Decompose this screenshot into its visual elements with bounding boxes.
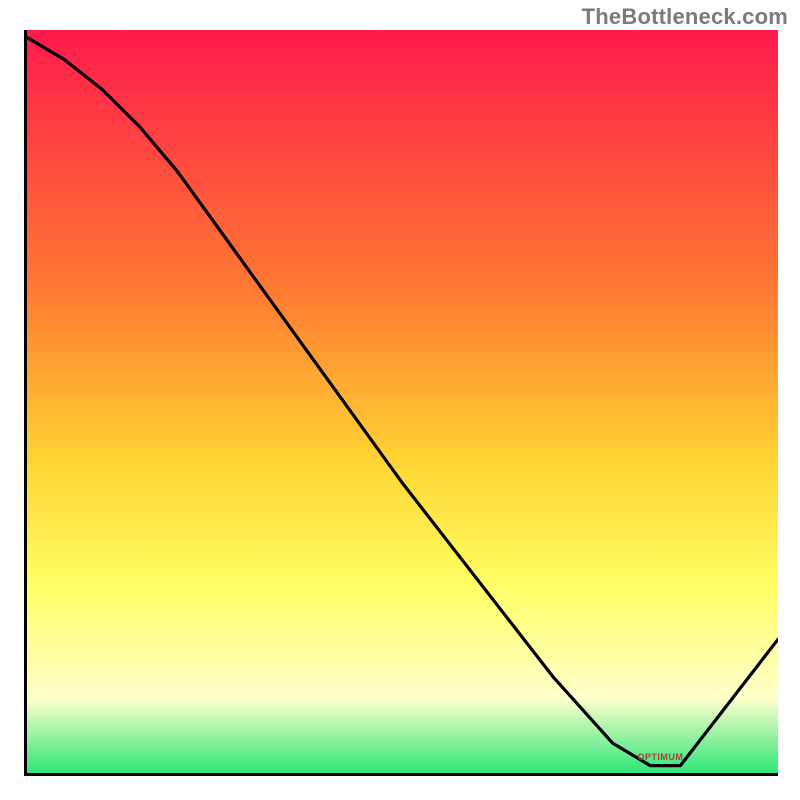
gradient-background — [27, 30, 778, 773]
watermark-text: TheBottleneck.com — [582, 4, 788, 30]
plot-area — [27, 30, 778, 773]
optimum-label: OPTIMUM — [637, 752, 683, 762]
chart-stage: TheBottleneck.com OPTIMUM — [0, 0, 800, 800]
